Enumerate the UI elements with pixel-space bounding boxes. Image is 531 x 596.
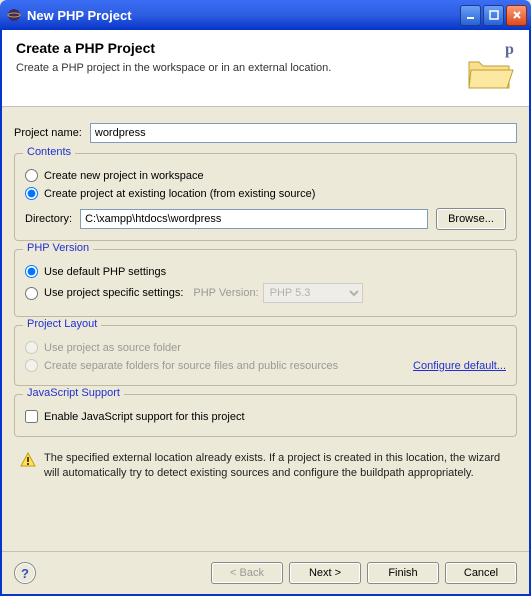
radio-separate-folders bbox=[25, 359, 38, 372]
radio-specific-php[interactable] bbox=[25, 287, 38, 300]
titlebar-title: New PHP Project bbox=[27, 8, 460, 23]
radio-default-php[interactable] bbox=[25, 265, 38, 278]
titlebar: New PHP Project bbox=[0, 0, 531, 30]
minimize-button[interactable] bbox=[460, 5, 481, 26]
radio-existing-location-label: Create project at existing location (fro… bbox=[44, 188, 315, 200]
radio-specific-php-label: Use project specific settings: bbox=[44, 287, 183, 299]
directory-input[interactable] bbox=[80, 209, 428, 229]
php-version-select: PHP 5.3 bbox=[263, 283, 363, 303]
radio-separate-folders-label: Create separate folders for source files… bbox=[44, 360, 338, 372]
help-button[interactable]: ? bbox=[14, 562, 36, 584]
info-note: The specified external location already … bbox=[14, 447, 517, 485]
directory-label: Directory: bbox=[25, 213, 72, 225]
enable-js-label: Enable JavaScript support for this proje… bbox=[44, 411, 245, 423]
page-title: Create a PHP Project bbox=[16, 40, 465, 56]
project-layout-group: Project Layout Use project as source fol… bbox=[14, 325, 517, 386]
wizard-header: Create a PHP Project Create a PHP projec… bbox=[2, 30, 529, 107]
radio-existing-location[interactable] bbox=[25, 187, 38, 200]
wizard-footer: ? < Back Next > Finish Cancel bbox=[2, 551, 529, 594]
page-subtitle: Create a PHP project in the workspace or… bbox=[16, 62, 465, 74]
php-version-group-title: PHP Version bbox=[23, 242, 93, 254]
php-version-group: PHP Version Use default PHP settings Use… bbox=[14, 249, 517, 317]
javascript-support-group-title: JavaScript Support bbox=[23, 387, 124, 399]
finish-button[interactable]: Finish bbox=[367, 562, 439, 584]
project-name-input[interactable] bbox=[90, 123, 517, 143]
contents-group: Contents Create new project in workspace… bbox=[14, 153, 517, 241]
project-layout-group-title: Project Layout bbox=[23, 318, 101, 330]
radio-project-source-label: Use project as source folder bbox=[44, 342, 181, 354]
back-button: < Back bbox=[211, 562, 283, 584]
info-note-text: The specified external location already … bbox=[44, 451, 511, 481]
radio-new-workspace[interactable] bbox=[25, 169, 38, 182]
radio-default-php-label: Use default PHP settings bbox=[44, 266, 166, 278]
next-button[interactable]: Next > bbox=[289, 562, 361, 584]
project-name-label: Project name: bbox=[14, 127, 82, 139]
radio-new-workspace-label: Create new project in workspace bbox=[44, 170, 204, 182]
contents-group-title: Contents bbox=[23, 146, 75, 158]
eclipse-icon bbox=[6, 7, 22, 23]
warning-icon bbox=[20, 452, 36, 468]
radio-project-source bbox=[25, 341, 38, 354]
enable-js-checkbox[interactable] bbox=[25, 410, 38, 423]
php-version-label: PHP Version: bbox=[193, 287, 258, 299]
browse-button[interactable]: Browse... bbox=[436, 208, 506, 230]
svg-text:p: p bbox=[505, 41, 514, 58]
php-folder-icon: p bbox=[465, 40, 517, 92]
configure-default-link[interactable]: Configure default... bbox=[413, 360, 506, 372]
javascript-support-group: JavaScript Support Enable JavaScript sup… bbox=[14, 394, 517, 437]
close-button[interactable] bbox=[506, 5, 527, 26]
maximize-button[interactable] bbox=[483, 5, 504, 26]
cancel-button[interactable]: Cancel bbox=[445, 562, 517, 584]
